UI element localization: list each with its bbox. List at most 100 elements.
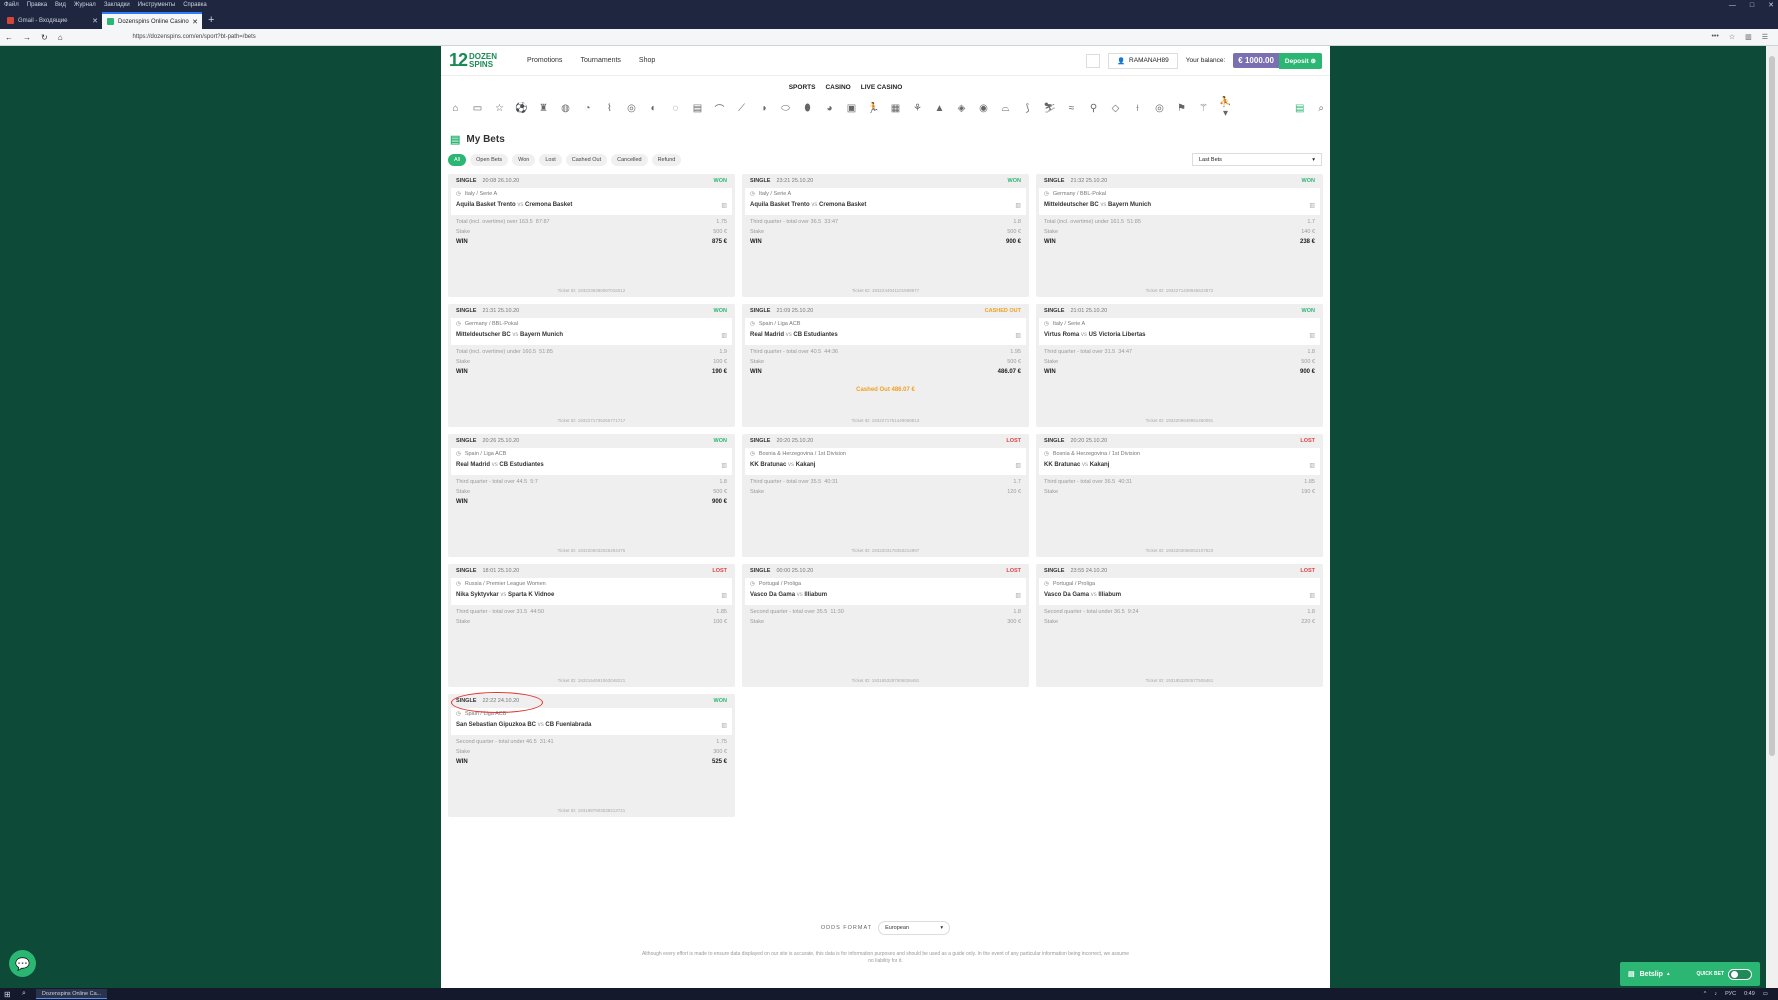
page-actions-icon[interactable]: ••• (1711, 33, 1718, 41)
new-tab-icon[interactable]: + (208, 14, 214, 26)
table-tennis-icon[interactable]: ◕ (823, 103, 836, 114)
tab-dozenspins[interactable]: Dozenspins Online Casino ✕ (102, 12, 202, 29)
rugby-icon[interactable]: ⬭ (779, 103, 792, 114)
stats-icon[interactable]: ▥ (721, 462, 727, 469)
athletics-icon[interactable]: 🏃 (867, 103, 880, 114)
windows-start-icon[interactable]: ⊞ (4, 990, 14, 999)
stats-icon[interactable]: ▥ (1309, 332, 1315, 339)
nav-tournaments[interactable]: Tournaments (580, 57, 620, 64)
hurling-icon[interactable]: ⟆ (1021, 103, 1034, 114)
bet-card[interactable]: SINGLE 21:31 25.10.20 WON ◷ Germany / BBL-Po… (448, 304, 735, 427)
favorites-star-icon[interactable]: ☆ (493, 103, 506, 114)
bet-card[interactable]: SINGLE 20:26 25.10.20 WON ◷ Spain / Liga ACB… (448, 434, 735, 557)
bet-card[interactable]: SINGLE 20:08 26.10.20 WON ◷ Italy / Serie A A… (448, 174, 735, 297)
kabaddi-icon[interactable]: ⚚ (1197, 103, 1210, 114)
snooker-icon[interactable]: ▣ (845, 103, 858, 114)
tab-gmail[interactable]: Gmail - Входящие ✕ (2, 12, 102, 29)
notifications-button[interactable] (1085, 53, 1100, 68)
bet-card[interactable]: SINGLE 23:21 25.10.20 WON ◷ Italy / Serie A A… (742, 174, 1029, 297)
stats-icon[interactable]: ▥ (721, 722, 727, 729)
basketball-icon[interactable]: ◍ (559, 103, 572, 114)
hockey-icon[interactable]: ⌇ (603, 103, 616, 114)
tennis-icon[interactable]: ◔ (581, 103, 594, 114)
stats-icon[interactable]: ▥ (721, 332, 727, 339)
close-tab-icon[interactable]: ✕ (92, 17, 98, 25)
home-icon[interactable]: ⌂ (58, 33, 63, 42)
racing-icon[interactable]: ▤ (691, 103, 704, 114)
sort-select[interactable]: Last Bets ▾ (1192, 153, 1322, 166)
golf-icon[interactable]: ◌ (669, 103, 682, 114)
filter-refund[interactable]: Refund (651, 153, 682, 166)
stats-icon[interactable]: ▥ (1309, 592, 1315, 599)
archery-icon[interactable]: ◎ (1153, 103, 1166, 114)
deposit-button[interactable]: Deposit ⊕ (1278, 52, 1322, 69)
badminton-icon[interactable]: ⟋ (735, 103, 748, 114)
menu-help[interactable]: Справка (183, 2, 207, 8)
tab-casino[interactable]: CASINO (825, 84, 850, 91)
menu-icon[interactable]: ☰ (1762, 33, 1768, 41)
stats-icon[interactable]: ▥ (1015, 462, 1021, 469)
filter-cancelled[interactable]: Cancelled (611, 153, 648, 166)
page-scrollbar[interactable] (1766, 46, 1778, 988)
taskbar-app-firefox[interactable]: Dozenspins Online Ca... (35, 989, 108, 999)
nav-shop[interactable]: Shop (639, 57, 655, 64)
filter-open-bets[interactable]: Open Bets (470, 153, 509, 166)
clock[interactable]: 0:49 (1744, 991, 1755, 997)
swimming-icon[interactable]: ≈ (1065, 103, 1078, 114)
nav-promotions[interactable]: Promotions (527, 57, 562, 64)
lacrosse-icon[interactable]: ⟊ (1131, 103, 1144, 114)
tab-live-casino[interactable]: LIVE CASINO (861, 84, 903, 91)
menu-view[interactable]: Вид (55, 2, 66, 8)
filter-lost[interactable]: Lost (539, 153, 562, 166)
url-field[interactable]: https://dozenspins.com/en/sport?bt-path=… (133, 34, 256, 40)
soccer-icon[interactable]: ⚽ (515, 103, 528, 114)
filter-won[interactable]: Won (512, 153, 536, 166)
close-window-icon[interactable]: ✕ (1768, 1, 1774, 9)
football-icon[interactable]: ⬮ (801, 103, 814, 114)
forward-icon[interactable]: → (23, 33, 31, 42)
stats-icon[interactable]: ▥ (1309, 462, 1315, 469)
esports-icon[interactable]: ♜ (537, 103, 550, 114)
bet-card[interactable]: SINGLE 20:20 25.10.20 LOST ◷ Bosnia & Herzeg… (1036, 434, 1323, 557)
minimize-icon[interactable]: — (1729, 2, 1736, 9)
stats-icon[interactable]: ▥ (721, 202, 727, 209)
menu-file[interactable]: Файл (4, 2, 19, 8)
my-bets-icon[interactable]: ▤ (1295, 103, 1304, 114)
chat-bubble-button[interactable]: 💬 (9, 950, 36, 977)
bet-card[interactable]: SINGLE 23:55 24.10.20 LOST ◷ Portugal / Prol… (1036, 564, 1323, 687)
more-sports-icon[interactable]: ⛹▾ (1219, 97, 1232, 119)
skiing-icon[interactable]: ⛷ (1043, 103, 1056, 114)
stats-icon[interactable]: ▥ (1015, 332, 1021, 339)
bet-card[interactable]: SINGLE 21:09 25.10.20 CASHED OUT ◷ Spain / L… (742, 304, 1029, 427)
nba-icon[interactable]: ▦ (889, 103, 902, 114)
bet-card[interactable]: SINGLE 21:01 25.10.20 WON ◷ Italy / Serie A V… (1036, 304, 1323, 427)
boxing-icon[interactable]: ⚘ (911, 103, 924, 114)
bet-card[interactable]: SINGLE 18:01 25.10.20 LOST ◷ Russia / Premie… (448, 564, 735, 687)
live-icon[interactable]: ▭ (471, 103, 484, 114)
darts-icon[interactable]: ◉ (977, 103, 990, 114)
maximize-icon[interactable]: □ (1750, 2, 1754, 9)
bet-card[interactable]: SINGLE 22:22 24.10.20 WON ◷ Spain / Liga ACB… (448, 692, 735, 817)
menu-edit[interactable]: Правка (27, 2, 47, 8)
tray-arrow-icon[interactable]: ^ (1704, 991, 1707, 997)
taskbar-search-icon[interactable]: ⌕ (22, 990, 26, 998)
menu-tools[interactable]: Инструменты (138, 2, 175, 8)
floorball-icon[interactable]: ⌓ (999, 103, 1012, 114)
filter-cashed-out[interactable]: Cashed Out (565, 153, 608, 166)
chess-icon[interactable]: ◈ (955, 103, 968, 114)
filter-all[interactable]: All (448, 153, 467, 166)
back-icon[interactable]: ← (5, 33, 13, 42)
reload-icon[interactable]: ↻ (41, 33, 48, 42)
quick-bet-toggle[interactable] (1728, 968, 1752, 980)
home-icon[interactable]: ⌂ (449, 103, 462, 114)
bet-card[interactable]: SINGLE 00:00 25.10.20 LOST ◷ Portugal / Prol… (742, 564, 1029, 687)
bookmark-star-icon[interactable]: ☆ (1729, 33, 1735, 41)
notifications-icon[interactable]: ▭ (1763, 991, 1768, 997)
user-button[interactable]: 👤 RAMANAH89 (1107, 52, 1178, 69)
volume-icon[interactable]: ♪ (1714, 991, 1717, 997)
stats-icon[interactable]: ▥ (1309, 202, 1315, 209)
library-icon[interactable]: ▥ (1745, 33, 1752, 41)
bet-card[interactable]: SINGLE 21:32 25.10.20 WON ◷ Germany / BBL-Po… (1036, 174, 1323, 297)
volleyball-icon[interactable]: ◎ (625, 103, 638, 114)
beach-volley-icon[interactable]: ◇ (1109, 103, 1122, 114)
